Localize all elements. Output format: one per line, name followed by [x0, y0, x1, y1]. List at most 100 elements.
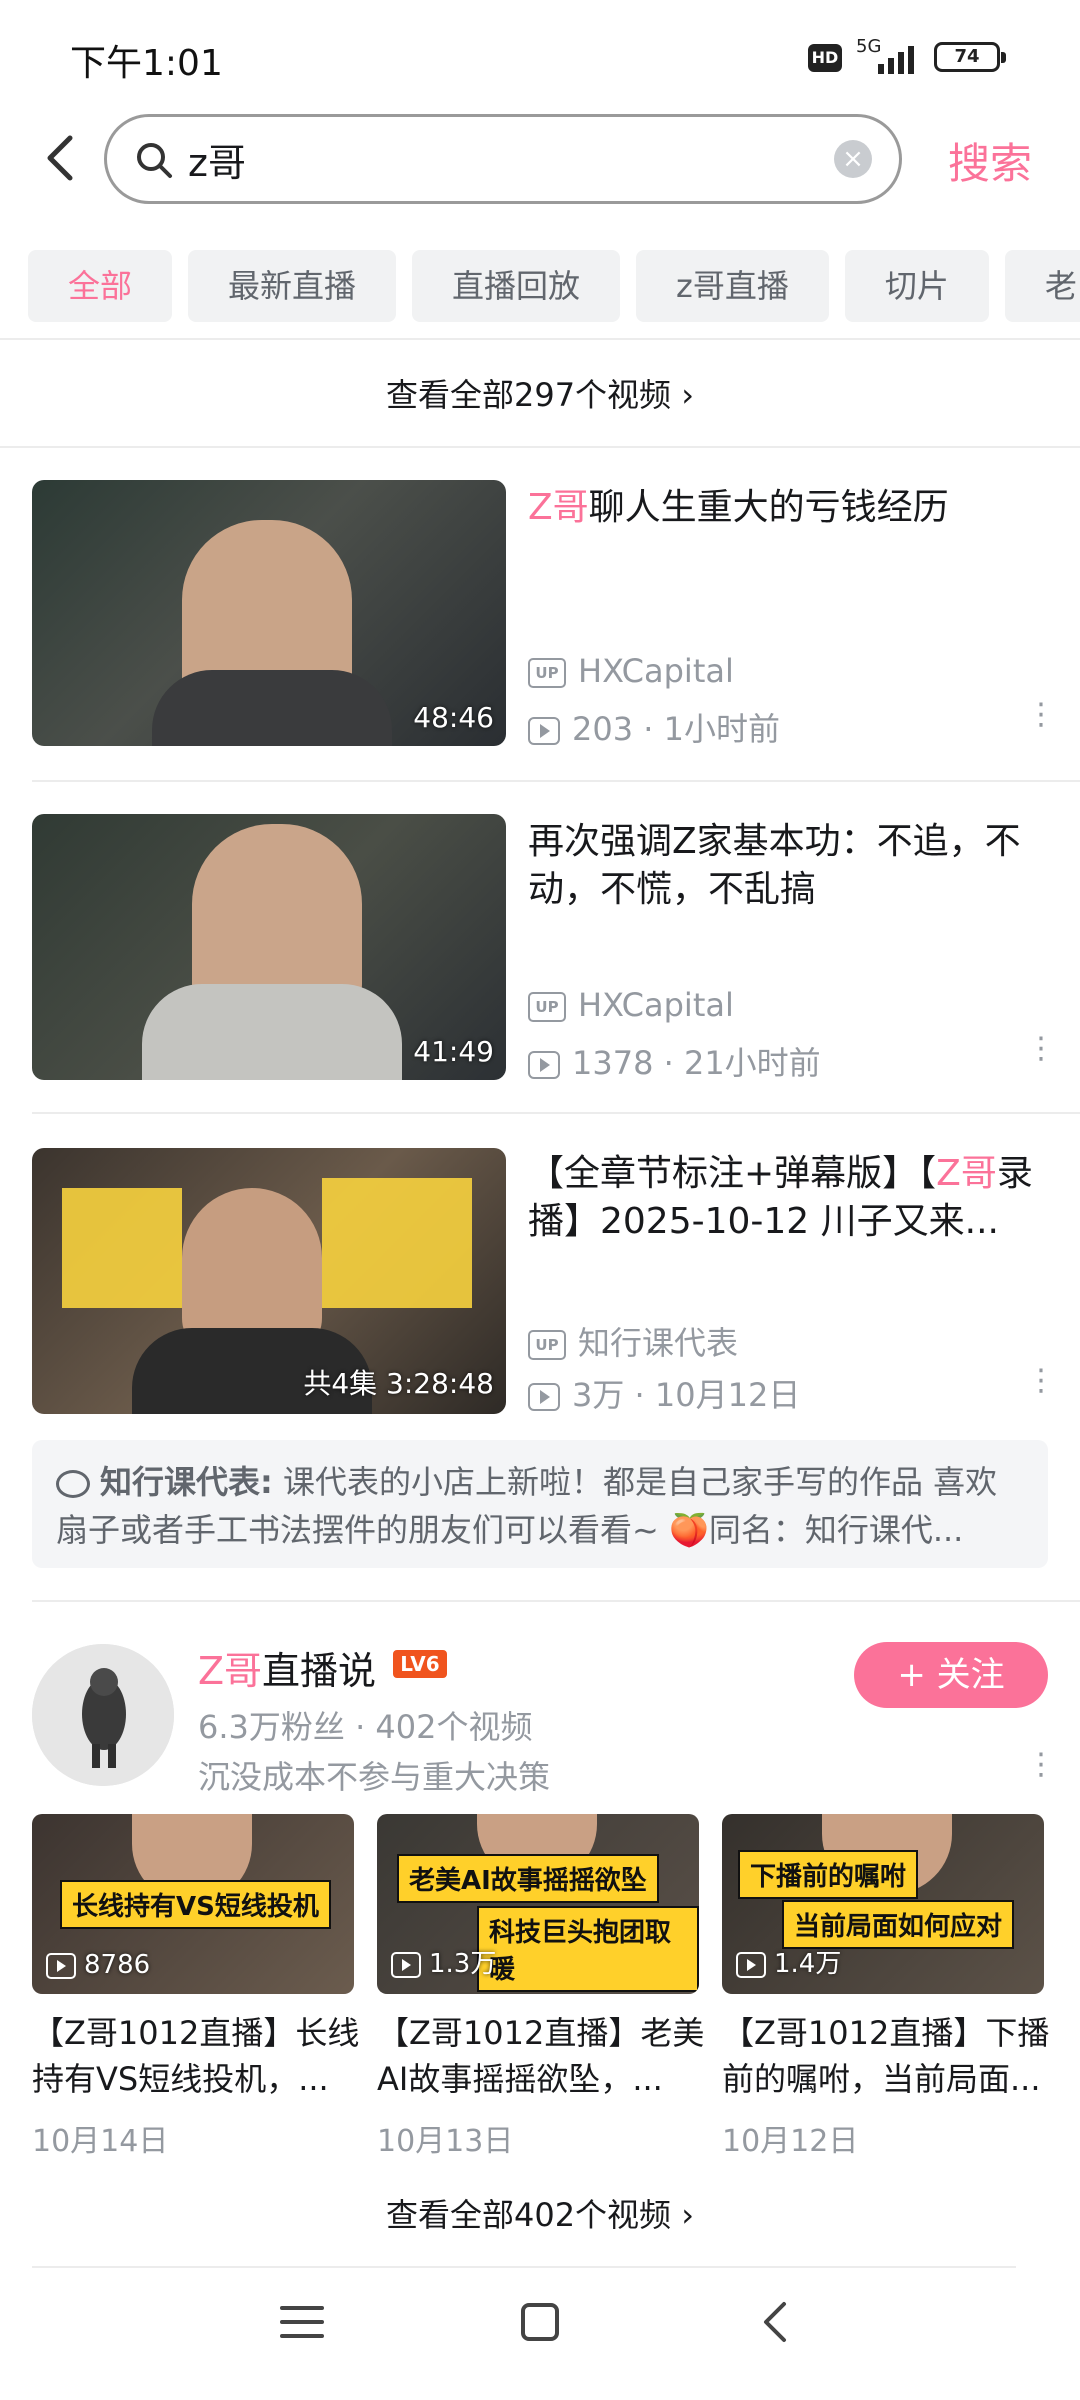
nav-back-icon[interactable]	[748, 2292, 808, 2352]
channel-video-date: 10月13日	[377, 2124, 514, 2159]
search-button[interactable]: 搜索	[948, 130, 1032, 191]
hd-badge: HD	[808, 44, 842, 72]
follow-button[interactable]: + 关注	[854, 1642, 1048, 1708]
channel-video-title[interactable]: 【Z哥1012直播】长线持有VS短线投机，...	[32, 2010, 362, 2102]
tab-more[interactable]: 老	[1004, 250, 1080, 322]
view-count-value: 1.3万	[429, 1949, 497, 1979]
person-shirt	[142, 984, 402, 1080]
more-options-icon[interactable]: ⋮	[1026, 1366, 1056, 1396]
search-icon	[137, 143, 172, 178]
channel-video-thumbnail[interactable]: 长线持有VS短线投机 8786	[32, 1814, 354, 1994]
thumb-caption: 科技巨头抱团取暖	[477, 1906, 699, 1992]
title-highlight: Z哥	[936, 1153, 997, 1194]
video-title[interactable]: 【全章节标注+弹幕版】【Z哥录播】2025-10-12 川子又来...	[528, 1150, 1048, 1246]
channel-video-date: 10月12日	[722, 2124, 859, 2159]
channel-stats: 6.3万粉丝 · 402个视频	[198, 1708, 533, 1746]
view-all-label: 查看全部402个视频	[385, 2196, 672, 2234]
channel-video-thumbnail[interactable]: 老美AI故事摇摇欲坠 科技巨头抱团取暖 1.3万	[377, 1814, 699, 1994]
back-icon[interactable]	[40, 128, 80, 188]
menu-icon[interactable]	[272, 2292, 332, 2352]
search-input[interactable]: z哥	[188, 132, 246, 187]
thumb-caption: 下播前的嘱咐	[738, 1850, 919, 1899]
uploader[interactable]: UP 知行课代表	[528, 1318, 738, 1364]
view-count-value: 8786	[84, 1950, 151, 1980]
video-meta: 3万 · 10月12日	[528, 1370, 800, 1416]
play-count-icon	[528, 1051, 560, 1079]
divider	[32, 1600, 1080, 1602]
divider	[0, 446, 1080, 448]
up-icon: UP	[528, 992, 566, 1022]
view-count: 1.3万	[391, 1943, 496, 1980]
view-count: 3万	[572, 1376, 625, 1414]
video-count: 402个视频	[375, 1708, 533, 1746]
comment-author: 知行课代表:	[100, 1463, 273, 1501]
channel-video-title[interactable]: 【Z哥1012直播】老美AI故事摇摇欲坠，...	[377, 2010, 707, 2102]
thumb-caption: 老美AI故事摇摇欲坠	[397, 1854, 659, 1903]
video-thumbnail[interactable]: 41:49	[32, 814, 506, 1080]
video-title[interactable]: 再次强调Z家基本功：不追，不动，不慌，不乱搞	[528, 818, 1048, 914]
view-all-label: 查看全部297个视频	[385, 376, 672, 414]
filter-tabs: 全部 最新直播 直播回放 z哥直播 切片老	[28, 250, 1080, 322]
play-count-icon	[528, 717, 560, 745]
signal-icon	[878, 46, 914, 74]
tab-all[interactable]: 全部	[28, 250, 173, 322]
video-duration: 48:46	[413, 701, 494, 734]
status-time: 下午1:01	[70, 43, 223, 84]
more-options-icon[interactable]: ⋮	[1026, 1750, 1056, 1780]
divider	[32, 2266, 1016, 2268]
divider	[0, 338, 1080, 340]
pinned-comment[interactable]: 知行课代表: 课代表的小店上新啦！都是自己家手写的作品 喜欢扇子或者手工书法摆件…	[32, 1440, 1048, 1568]
video-meta: 1378 · 21小时前	[528, 1038, 821, 1084]
uploader-name: HXCapital	[578, 652, 734, 690]
video-duration: 41:49	[413, 1035, 494, 1068]
video-duration: 共4集 3:28:48	[303, 1367, 494, 1400]
view-count: 8786	[46, 1950, 150, 1980]
tab-latest-live[interactable]: 最新直播	[188, 250, 397, 322]
thumb-caption: 长线持有VS短线投机	[60, 1880, 331, 1929]
uploader[interactable]: UP HXCapital	[528, 986, 734, 1024]
tab-live-replay[interactable]: 直播回放	[412, 250, 621, 322]
divider	[32, 1112, 1080, 1114]
channel-name[interactable]: Z哥直播说	[198, 1640, 376, 1695]
play-count-icon	[736, 1951, 766, 1978]
person-shirt	[152, 670, 392, 746]
divider	[32, 780, 1080, 782]
video-thumbnail[interactable]: 共4集 3:28:48	[32, 1148, 506, 1414]
video-title[interactable]: Z哥聊人生重大的亏钱经历	[528, 484, 1048, 532]
comment-icon	[56, 1470, 90, 1498]
upload-time: 21小时前	[683, 1044, 821, 1082]
up-icon: UP	[528, 658, 566, 688]
upload-time: 10月12日	[654, 1376, 801, 1414]
video-thumbnail[interactable]: 48:46	[32, 480, 506, 746]
avatar[interactable]	[32, 1644, 174, 1786]
home-icon[interactable]	[510, 2292, 570, 2352]
more-options-icon[interactable]: ⋮	[1026, 1034, 1056, 1064]
title-highlight: Z哥	[528, 487, 589, 528]
more-options-icon[interactable]: ⋮	[1026, 700, 1056, 730]
thumb-graphic	[62, 1188, 182, 1308]
uploader-name: 知行课代表	[578, 1324, 739, 1362]
play-count-icon	[391, 1951, 421, 1978]
tab-clips[interactable]: 切片	[844, 250, 989, 322]
upload-time: 1小时前	[663, 710, 780, 748]
up-icon: UP	[528, 1330, 566, 1360]
play-count-icon	[528, 1383, 560, 1411]
channel-video-title[interactable]: 【Z哥1012直播】下播前的嘱咐，当前局面...	[722, 2010, 1052, 2102]
view-count: 203	[572, 710, 634, 748]
view-all-videos-link[interactable]: 查看全部297个视频 ›	[0, 370, 1080, 416]
uploader-name: HXCapital	[578, 986, 734, 1024]
tab-z-live[interactable]: z哥直播	[636, 250, 829, 322]
video-meta: 203 · 1小时前	[528, 704, 780, 750]
channel-video-thumbnail[interactable]: 下播前的嘱咐 当前局面如何应对 1.4万	[722, 1814, 1044, 1994]
title-text: 聊人生重大的亏钱经历	[588, 487, 949, 528]
view-count: 1.4万	[736, 1943, 841, 1980]
avatar-icon	[32, 1644, 174, 1786]
level-badge: LV6	[393, 1650, 447, 1678]
view-all-channel-videos-link[interactable]: 查看全部402个视频 ›	[0, 2190, 1080, 2236]
channel-name-highlight: Z哥	[198, 1649, 263, 1693]
channel-video-date: 10月14日	[32, 2124, 169, 2159]
uploader[interactable]: UP HXCapital	[528, 652, 734, 690]
play-count-icon	[46, 1952, 76, 1979]
clear-icon[interactable]: ×	[834, 140, 872, 178]
channel-description: 沉没成本不参与重大决策	[198, 1758, 551, 1796]
